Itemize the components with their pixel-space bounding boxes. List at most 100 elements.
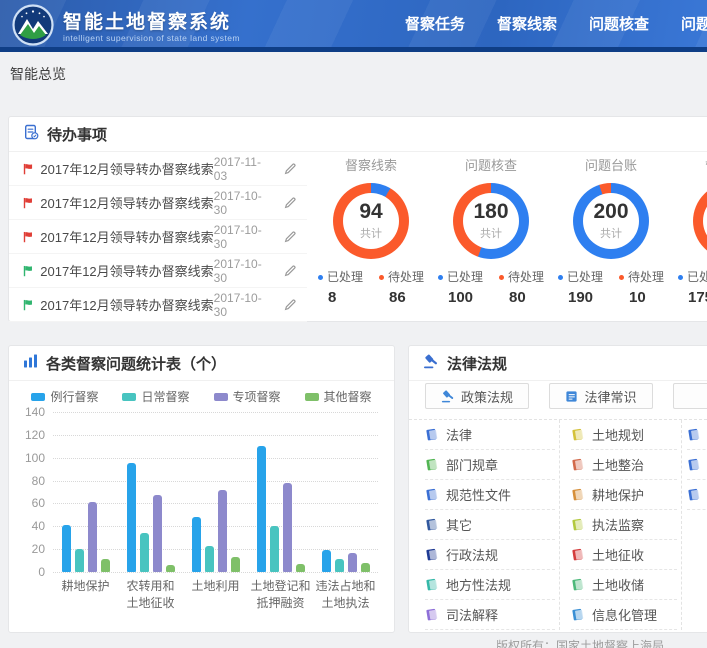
- nav-item[interactable]: 督察任务: [405, 13, 465, 34]
- stat-legend-value: 100: [438, 289, 483, 306]
- law-item[interactable]: 法律: [425, 420, 555, 450]
- legend-dot: [379, 275, 384, 280]
- bar: [257, 446, 266, 572]
- todo-item-date: 2017-10-30: [214, 189, 271, 217]
- stat-legend-value: 8: [318, 289, 363, 306]
- legend-label: 其他督察: [324, 388, 372, 405]
- stat-legend-label: 已处理: [438, 268, 483, 285]
- donut-chart: 180共计: [453, 183, 529, 259]
- stat-legend-label: 待处理: [499, 268, 544, 285]
- legend-item[interactable]: 专项督察: [214, 388, 281, 405]
- law-item[interactable]: 土地规划: [571, 420, 677, 450]
- edit-button[interactable]: [284, 298, 297, 311]
- law-item[interactable]: [687, 480, 707, 510]
- law-item[interactable]: 耕地保护: [571, 480, 677, 510]
- stat-card: 问题核查 180共计已处理 100 待处理80: [431, 155, 551, 306]
- legend-item[interactable]: 其他督察: [305, 388, 372, 405]
- stat-legend: 已处理175待处理: [671, 268, 707, 306]
- page: 智能土地督察系统 intelligent supervision of stat…: [0, 0, 707, 648]
- bar: [88, 502, 97, 572]
- book-icon: [571, 428, 584, 441]
- todo-item-title: 2017年12月领导转办督察线索: [40, 261, 213, 280]
- brand-text: 智能土地督察系统 intelligent supervision of stat…: [63, 12, 240, 44]
- law-item-label: 土地规划: [592, 425, 644, 444]
- stat-legend-label: 已处理: [318, 268, 363, 285]
- bar: [348, 553, 357, 572]
- law-item[interactable]: 地方性法规: [425, 570, 555, 600]
- stat-legend-value: 86: [379, 289, 424, 306]
- stat-legend-item: 待处理10: [619, 268, 664, 306]
- book-icon: [571, 578, 584, 591]
- app-logo-icon: [12, 4, 54, 51]
- nav-item[interactable]: 问题核查: [589, 13, 649, 34]
- legend-dot: [499, 275, 504, 280]
- law-item[interactable]: 执法监察: [571, 510, 677, 540]
- law-item[interactable]: 规范性文件: [425, 480, 555, 510]
- stat-card: 问题台账200共计已处理190待处理10: [551, 155, 671, 306]
- edit-button[interactable]: [284, 196, 297, 209]
- bar-plot: 020406080100120140: [53, 412, 378, 572]
- law-button[interactable]: 政策法规: [425, 383, 529, 409]
- todo-item[interactable]: 2017年12月领导转办督察线索2017-10-30: [9, 254, 307, 288]
- stat-legend-item: 待处理80: [499, 268, 544, 306]
- donut-chart: 200共计: [573, 183, 649, 259]
- todo-item[interactable]: 2017年12月领导转办督察线索2017-10-30: [9, 186, 307, 220]
- book-icon: [571, 488, 584, 501]
- law-item-label: 其它: [446, 515, 472, 534]
- bar-chart-panel-header: 各类督察问题统计表（个）: [9, 346, 394, 381]
- law-item[interactable]: 部门规章: [425, 450, 555, 480]
- law-item-label: 土地收储: [592, 575, 644, 594]
- law-item[interactable]: 其它: [425, 510, 555, 540]
- flag-icon: [23, 197, 33, 209]
- law-column: [687, 420, 707, 510]
- book-icon: [687, 458, 700, 471]
- bar-x-axis: 耕地保护农转用和土地征收土地利用土地登记和抵押融资违法占地和土地执法: [53, 578, 378, 612]
- law-item[interactable]: 行政法规: [425, 540, 555, 570]
- law-item[interactable]: 土地整治: [571, 450, 677, 480]
- bar: [218, 490, 227, 572]
- nav-item[interactable]: 督察线索: [497, 13, 557, 34]
- law-item[interactable]: [687, 450, 707, 480]
- bar-group: [185, 412, 247, 572]
- legend-item[interactable]: 例行督察: [31, 388, 98, 405]
- stat-title: 问题核查: [431, 155, 551, 175]
- law-buttons: 政策法规法律常识: [425, 383, 707, 409]
- todo-item[interactable]: 2017年12月领导转办督察线索2017-10-30: [9, 288, 307, 322]
- donut-center: 180共计: [463, 193, 519, 249]
- todo-item[interactable]: 2017年12月领导转办督察线索2017-11-03: [9, 152, 307, 186]
- law-button[interactable]: 法律常识: [549, 383, 653, 409]
- law-item-label: 土地整治: [592, 455, 644, 474]
- todo-item-title: 2017年12月领导转办督察线索: [40, 227, 213, 246]
- law-item[interactable]: 司法解释: [425, 600, 555, 630]
- donut-center: 共计: [703, 193, 707, 249]
- legend-dot: [318, 275, 323, 280]
- edit-button[interactable]: [284, 264, 297, 277]
- stat-legend-label: 待处理: [379, 268, 424, 285]
- nav-item[interactable]: 问题台账: [681, 13, 707, 34]
- todo-list: 2017年12月领导转办督察线索2017-11-032017年12月领导转办督察…: [9, 152, 307, 322]
- edit-button[interactable]: [284, 230, 297, 243]
- donut-chart: 94共计: [333, 183, 409, 259]
- law-grid: 法律部门规章规范性文件其它行政法规地方性法规司法解释 土地规划土地整治耕地保护执法…: [409, 419, 707, 630]
- legend-dot: [558, 275, 563, 280]
- law-item[interactable]: [687, 420, 707, 450]
- stat-title: 督察任务: [671, 155, 707, 175]
- legend-swatch: [122, 393, 136, 401]
- legend-label: 例行督察: [50, 388, 98, 405]
- legend-item[interactable]: 日常督察: [122, 388, 189, 405]
- todo-item-date: 2017-11-03: [214, 155, 271, 183]
- law-item[interactable]: 土地收储: [571, 570, 677, 600]
- legend-dot: [619, 275, 624, 280]
- bar: [101, 559, 110, 572]
- stat-card: 督察任务共计已处理175待处理: [671, 155, 707, 306]
- edit-button[interactable]: [284, 162, 297, 175]
- flag-icon: [23, 163, 33, 175]
- law-item[interactable]: 土地征收: [571, 540, 677, 570]
- book-icon: [425, 458, 438, 471]
- bar: [192, 517, 201, 572]
- law-button[interactable]: [673, 383, 707, 409]
- todo-item[interactable]: 2017年12月领导转办督察线索2017-10-30: [9, 220, 307, 254]
- stat-title: 问题台账: [551, 155, 671, 175]
- x-axis-label: 农转用和土地征收: [120, 578, 182, 612]
- law-item[interactable]: 信息化管理: [571, 600, 677, 630]
